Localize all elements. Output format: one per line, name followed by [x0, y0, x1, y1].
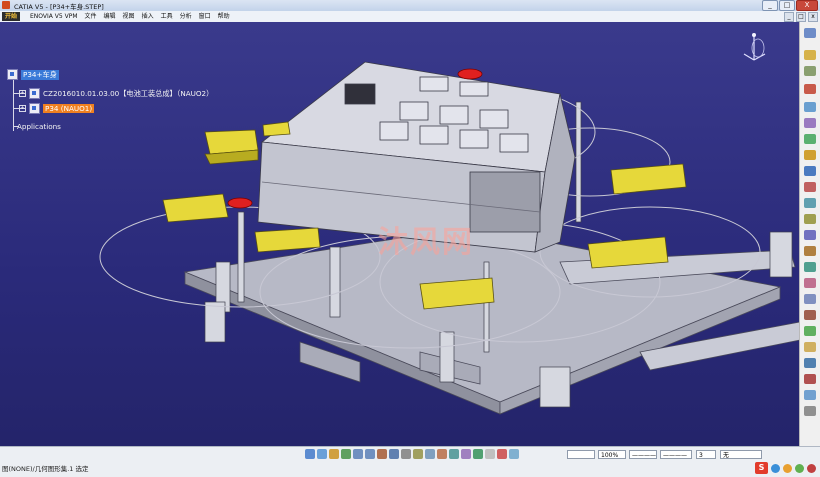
manipulation-icon[interactable] [804, 198, 816, 208]
measure-icon[interactable] [461, 449, 471, 459]
doc-close-button[interactable]: x [808, 12, 818, 22]
document-window-controls: _ □ x [784, 12, 818, 22]
select-icon[interactable] [804, 50, 816, 60]
shading-icon[interactable] [401, 449, 411, 459]
hide-show-icon[interactable] [413, 449, 423, 459]
ime-settings-icon[interactable] [807, 463, 816, 473]
render-style-icon[interactable] [449, 449, 459, 459]
ime-mode-icon[interactable] [771, 463, 780, 473]
line-type-select[interactable]: ———— [629, 450, 657, 459]
product-node-icon [7, 69, 18, 80]
window-title: CATIA V5 - [P34+车身.STEP] [14, 3, 104, 11]
view-toolbar [305, 449, 519, 459]
existing-component-icon[interactable] [804, 102, 816, 112]
window-controls: _ □ X [762, 0, 818, 11]
product-node-icon [29, 103, 40, 114]
multi-view-icon[interactable] [437, 449, 447, 459]
tree-child-label[interactable]: CZ2016010.01.03.00【电池工装总成】（NAUO2） [43, 89, 213, 99]
contact-constraint-icon[interactable] [804, 278, 816, 288]
tree-root-label[interactable]: P34+车身 [21, 69, 59, 80]
ime-keyboard-icon[interactable] [795, 463, 804, 473]
minimize-button[interactable]: _ [762, 0, 778, 11]
catia-app-icon [2, 1, 10, 9]
doc-minimize-button[interactable]: _ [784, 12, 794, 22]
menu-window[interactable]: 窗口 [199, 12, 211, 21]
properties-icon[interactable] [485, 449, 495, 459]
new-product-icon[interactable] [804, 118, 816, 128]
watermark: 沐风网 [378, 225, 474, 260]
status-bar: 图(NONE)/几何图形集.1 选定 [2, 463, 88, 473]
tree-root[interactable]: P34+车身 [7, 69, 59, 80]
reuse-pattern-icon[interactable] [804, 406, 816, 416]
bottom-toolbar: 100% ———— ———— 3 无 图(NONE)/几何图形集.1 选定 S [0, 446, 820, 477]
fix-component-icon[interactable] [804, 326, 816, 336]
3d-viewport[interactable]: 沐风网 P34+车身 + CZ2016010.01.03.00【电池工装总成】（… [0, 22, 800, 446]
menu-file[interactable]: 文件 [85, 12, 97, 21]
angle-constraint-icon[interactable] [804, 310, 816, 320]
clash-icon[interactable] [804, 246, 816, 256]
change-constraint-icon[interactable] [804, 390, 816, 400]
isometric-view-icon[interactable] [389, 449, 399, 459]
swap-space-icon[interactable] [425, 449, 435, 459]
menu-help[interactable]: 帮助 [218, 12, 230, 21]
capture-icon[interactable] [509, 449, 519, 459]
zoom-in-icon[interactable] [353, 449, 363, 459]
snap-icon[interactable] [804, 214, 816, 224]
status-prefix: 图(NONE)/几何图形集.1 选定 [2, 465, 89, 473]
graph-tree-icon[interactable] [804, 166, 816, 176]
layer-number-select[interactable]: 3 [696, 450, 716, 459]
menu-enovia[interactable]: ENOVIA V5 VPM [30, 12, 78, 21]
product-node-icon [29, 88, 40, 99]
explode-icon[interactable] [804, 230, 816, 240]
quick-constraint-icon[interactable] [804, 358, 816, 368]
multi-instantiation-icon[interactable] [804, 182, 816, 192]
tree-child-fixture[interactable]: + CZ2016010.01.03.00【电池工装总成】（NAUO2） [19, 88, 213, 99]
tree-applications[interactable]: Applications [17, 122, 61, 131]
zoom-out-icon[interactable] [365, 449, 375, 459]
layer-name-select[interactable]: 无 [720, 450, 762, 459]
fit-all-icon[interactable] [317, 449, 327, 459]
ime-punctuation-icon[interactable] [783, 463, 792, 473]
menu-analyze[interactable]: 分析 [180, 12, 192, 21]
compass-icon[interactable] [740, 30, 768, 64]
new-part-icon[interactable] [804, 134, 816, 144]
rotate-icon[interactable] [341, 449, 351, 459]
coincidence-constraint-icon[interactable] [804, 262, 816, 272]
menu-tools[interactable]: 工具 [161, 12, 173, 21]
update-icon[interactable] [804, 84, 816, 94]
doc-restore-button[interactable]: □ [796, 12, 806, 22]
bom-icon[interactable] [804, 66, 816, 76]
menu-start[interactable]: 开始 [2, 12, 21, 21]
pan-icon[interactable] [329, 449, 339, 459]
tree-child-label[interactable]: P34 (NAUO1) [43, 104, 95, 113]
system-tray: S [755, 462, 816, 474]
right-toolbar [799, 22, 820, 446]
offset-constraint-icon[interactable] [804, 294, 816, 304]
tree-connector [13, 75, 14, 131]
sogou-ime-icon[interactable]: S [755, 462, 768, 474]
color-select[interactable] [567, 450, 595, 459]
fly-mode-icon[interactable] [305, 449, 315, 459]
fix-together-icon[interactable] [804, 342, 816, 352]
flexible-subassembly-icon[interactable] [804, 374, 816, 384]
menu-view[interactable]: 视图 [123, 12, 135, 21]
tree-child-p34[interactable]: + P34 (NAUO1) [19, 103, 95, 114]
menu-items: ENOVIA V5 VPM 文件 编辑 视图 插入 工具 分析 窗口 帮助 [30, 12, 230, 21]
specification-tree: P34+车身 + CZ2016010.01.03.00【电池工装总成】（NAUO… [5, 67, 220, 157]
workbench-icon[interactable] [804, 28, 816, 38]
stop-icon[interactable] [497, 449, 507, 459]
menu-insert[interactable]: 插入 [142, 12, 154, 21]
normal-view-icon[interactable] [377, 449, 387, 459]
close-button[interactable]: X [796, 0, 818, 11]
menu-edit[interactable]: 编辑 [104, 12, 116, 21]
tree-applications-label[interactable]: Applications [17, 122, 61, 131]
tree-expand-toggle[interactable]: + [19, 105, 26, 112]
zoom-select[interactable]: 100% [598, 450, 626, 459]
line-weight-select[interactable]: ———— [660, 450, 692, 459]
tree-expand-toggle[interactable]: + [19, 90, 26, 97]
analysis-icon[interactable] [473, 449, 483, 459]
replace-component-icon[interactable] [804, 150, 816, 160]
maximize-button[interactable]: □ [779, 0, 795, 11]
